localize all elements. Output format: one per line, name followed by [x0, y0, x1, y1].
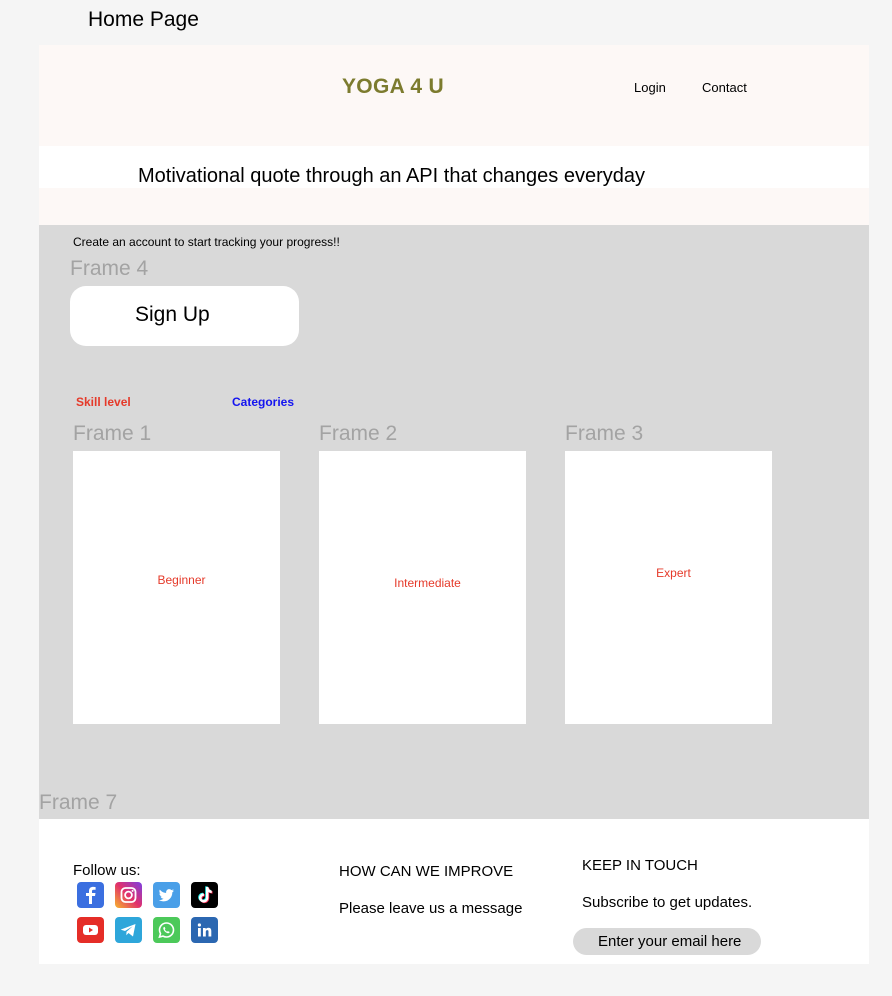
- frame7-label: Frame 7: [39, 791, 118, 814]
- frame1-label: Frame 1: [73, 422, 152, 445]
- subscribe-text: Subscribe to get updates.: [582, 894, 753, 911]
- follow-us-label: Follow us:: [73, 862, 141, 879]
- sign-up-label: Sign Up: [135, 303, 210, 326]
- improve-message-link[interactable]: Please leave us a message: [339, 900, 522, 917]
- instagram-icon[interactable]: [115, 882, 142, 908]
- quote-banner-strip: [39, 188, 869, 225]
- expert-title: Expert: [656, 566, 691, 580]
- frame3-label: Frame 3: [565, 422, 644, 445]
- signup-prompt: Create an account to start tracking your…: [73, 235, 340, 249]
- tiktok-icon[interactable]: [191, 882, 218, 908]
- telegram-icon[interactable]: [115, 917, 142, 943]
- sign-up-button[interactable]: Sign Up: [70, 286, 299, 346]
- quote-banner: Motivational quote through an API that c…: [39, 146, 869, 188]
- frame2-label: Frame 2: [319, 422, 398, 445]
- motivational-quote: Motivational quote through an API that c…: [138, 165, 646, 187]
- email-input[interactable]: [573, 928, 761, 955]
- linkedin-icon[interactable]: [191, 917, 218, 943]
- beginner-title: Beginner: [157, 573, 206, 587]
- youtube-icon[interactable]: [77, 917, 104, 943]
- expert-card[interactable]: Expert: [565, 451, 772, 724]
- site-logo[interactable]: YOGA 4 U: [342, 75, 444, 99]
- nav-login-link[interactable]: Login: [634, 80, 666, 95]
- improve-heading: HOW CAN WE IMPROVE: [339, 863, 514, 880]
- intermediate-card[interactable]: Intermediate: [319, 451, 526, 724]
- twitter-icon[interactable]: [153, 882, 180, 908]
- facebook-icon[interactable]: [77, 882, 104, 908]
- page-title: Home Page: [88, 8, 199, 31]
- main-section: Create an account to start tracking your…: [39, 225, 869, 819]
- whatsapp-icon[interactable]: [153, 917, 180, 943]
- nav-contact-link[interactable]: Contact: [702, 80, 747, 95]
- keep-in-touch-heading: KEEP IN TOUCH: [582, 857, 698, 874]
- site-header: YOGA 4 U Login Contact: [39, 45, 869, 146]
- intermediate-title: Intermediate: [394, 576, 461, 590]
- skill-level-link[interactable]: Skill level: [76, 395, 131, 409]
- frame4-label: Frame 4: [70, 257, 149, 280]
- site-footer: Follow us: HOW CAN WE IMPROVE Please lea…: [39, 819, 869, 964]
- beginner-card[interactable]: Beginner: [73, 451, 280, 724]
- categories-link[interactable]: Categories: [232, 395, 294, 409]
